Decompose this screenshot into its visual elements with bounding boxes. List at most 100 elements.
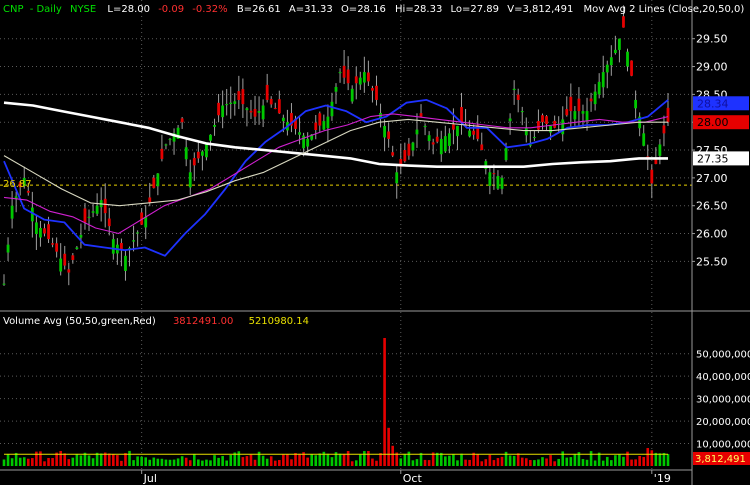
volume-bar	[553, 461, 556, 466]
candle-down	[237, 91, 241, 100]
candle-up	[298, 132, 301, 135]
candle-up	[95, 205, 99, 214]
volume-bar	[585, 459, 589, 466]
candle-up	[358, 77, 362, 85]
volume-bar	[634, 459, 637, 466]
volume-bar	[662, 452, 666, 466]
volume-bar	[120, 460, 123, 466]
candle-down	[63, 253, 67, 266]
volume-header-label: Volume Avg (50,50,green,Red)	[3, 316, 156, 327]
volume-bar	[622, 456, 625, 466]
volume-bar	[156, 458, 160, 466]
volume-bar	[338, 453, 342, 466]
volume-bar	[79, 455, 83, 466]
volume-bar	[415, 459, 419, 466]
candle-down	[192, 158, 196, 166]
candle-down	[492, 173, 496, 175]
volume-bar	[180, 456, 184, 466]
candle-up	[626, 51, 629, 67]
candle-up	[512, 88, 516, 91]
volume-bar	[278, 460, 281, 466]
header-low: Lo=27.89	[451, 4, 500, 15]
volume-bar	[346, 451, 350, 466]
header-change: -0.09	[158, 4, 184, 15]
volume-bar	[148, 459, 152, 466]
volume-bar	[269, 456, 273, 466]
volume-bar	[75, 453, 79, 466]
candle-down	[346, 69, 350, 84]
volume-bar	[589, 451, 593, 466]
volume-bar	[456, 460, 459, 466]
candle-up	[188, 172, 192, 188]
candle-down	[26, 190, 30, 193]
candle-up	[261, 105, 265, 120]
volume-tick-label: 20,000,000	[696, 417, 750, 428]
volume-bar	[107, 453, 111, 466]
volume-bar	[573, 454, 577, 466]
volume-bar	[367, 450, 370, 466]
header-symbol: CNP	[3, 4, 24, 15]
candle-up	[10, 205, 14, 219]
candle-up	[59, 258, 63, 272]
volume-bar	[391, 445, 394, 466]
candle-down	[516, 94, 520, 100]
candle-up	[79, 234, 83, 238]
candle-up	[156, 173, 160, 187]
price-axis-ticks: 25.5026.0026.5027.0027.5028.0028.5029.00…	[692, 33, 728, 268]
volume-bar	[358, 454, 362, 466]
volume-bar	[363, 451, 366, 466]
candle-down	[314, 122, 318, 130]
candle-up	[330, 101, 334, 117]
candle-down	[196, 151, 200, 159]
volume-bar	[192, 454, 196, 466]
header-bid: B=26.61	[237, 4, 281, 15]
candle-up	[87, 216, 91, 218]
candle-up	[496, 176, 500, 189]
volume-bar	[144, 457, 148, 466]
candle-up	[111, 239, 115, 254]
candle-up	[257, 111, 261, 113]
candle-down	[435, 136, 439, 142]
candle-down	[107, 218, 111, 227]
volume-bar	[601, 460, 605, 466]
candle-up	[427, 135, 431, 142]
volume-bar	[557, 458, 560, 466]
candle-down	[622, 16, 625, 28]
candle-up	[504, 148, 508, 161]
candle-up	[281, 117, 285, 122]
volume-bar	[520, 457, 524, 466]
candle-up	[362, 72, 366, 83]
candle-down	[342, 65, 346, 78]
header-period: - Daily	[30, 4, 62, 15]
candle-up	[605, 64, 609, 73]
candle-down	[371, 88, 374, 91]
volume-bar	[249, 454, 253, 466]
volume-bar	[99, 453, 103, 466]
volume-bar	[176, 458, 180, 466]
candle-up	[144, 216, 148, 228]
candle-up	[601, 72, 605, 88]
volume-bar	[132, 460, 135, 466]
volume-bar	[508, 455, 512, 466]
volume-bar	[581, 459, 585, 466]
candle-down	[431, 142, 435, 145]
volume-bar	[448, 455, 451, 466]
volume-bar	[87, 455, 91, 466]
candle-down	[630, 60, 633, 76]
volume-bar	[533, 460, 536, 466]
volume-bar	[51, 458, 54, 466]
volume-bar	[593, 460, 597, 466]
volume-bar	[654, 452, 658, 466]
volume-bar	[387, 427, 390, 466]
volume-bar	[565, 457, 569, 466]
volume-bar	[14, 452, 18, 466]
candle-up	[168, 138, 172, 140]
volume-bar	[265, 458, 269, 466]
candle-down	[472, 130, 476, 135]
volume-bar	[229, 454, 233, 466]
header-volume: V=3,812,491	[507, 4, 573, 15]
volume-header-value2: 5210980.14	[249, 316, 309, 327]
candle-up	[468, 130, 472, 137]
candle-up	[520, 111, 524, 113]
volume-bar	[638, 455, 641, 466]
